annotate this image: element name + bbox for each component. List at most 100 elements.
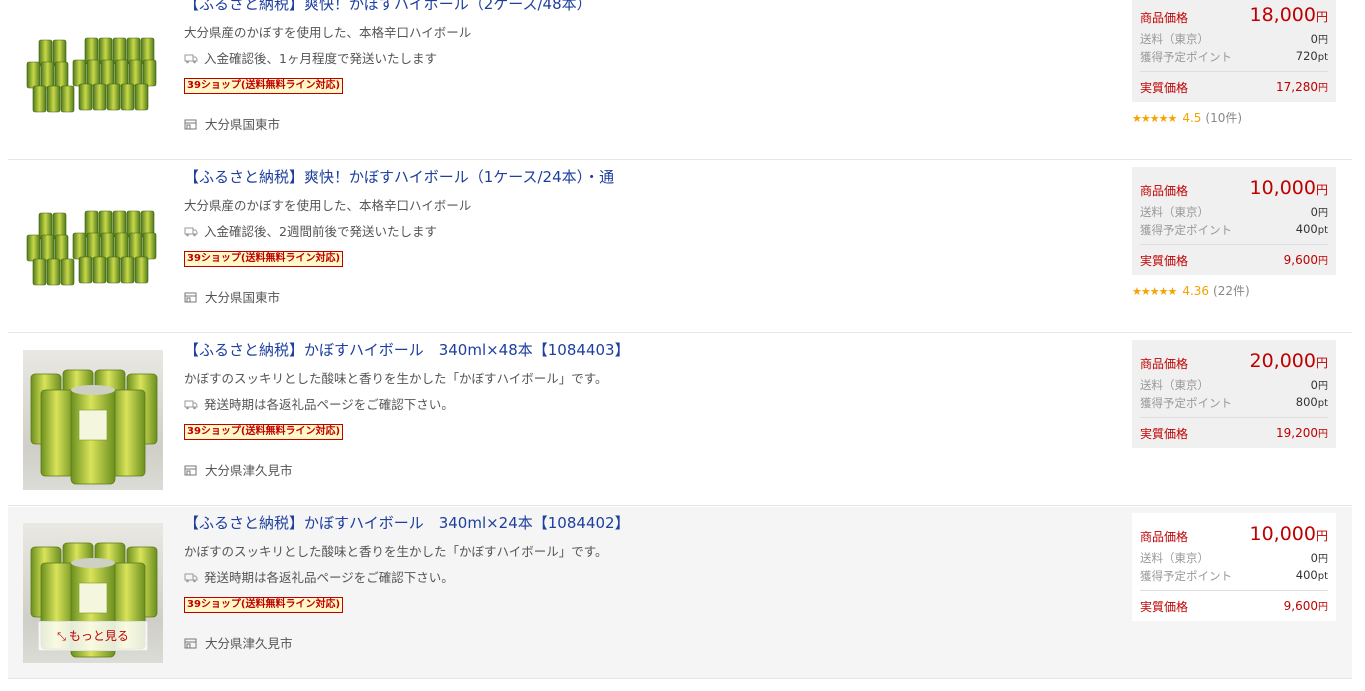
points-label: 獲得予定ポイント [1140, 569, 1232, 583]
product-image[interactable] [23, 4, 163, 144]
product-title-link[interactable]: 【ふるさと納税】爽快！かぼすハイボール（1ケース/24本）・通 [184, 165, 614, 189]
price-number: 10,000 [1249, 523, 1316, 545]
real-price-value: 9,600円 [1284, 252, 1328, 267]
product-image[interactable]: ⤡ もっと見る [23, 523, 163, 663]
product-description: 大分県産のかぼすを使用した、本格辛口ハイボール [184, 198, 472, 213]
shipping-fee-value: 0円 [1311, 550, 1328, 565]
shop-location[interactable]: 大分県津久見市 [184, 460, 293, 479]
points-number: 800 [1295, 395, 1318, 409]
cans-pyramid-image [26, 37, 157, 113]
shipping-fee-value: 0円 [1311, 377, 1328, 392]
shipping-fee-number: 0 [1310, 32, 1318, 46]
price-box: 商品価格 10,000円 送料（東京） 0円 獲得予定ポイント 400pt 実質… [1132, 167, 1336, 275]
product-title-link[interactable]: 【ふるさと納税】かぼすハイボール 340ml×24本【1084402】 [184, 511, 630, 535]
shipping-info: 発送時期は各返礼品ページをご確認下さい。 [184, 567, 454, 586]
shop-location[interactable]: 大分県国東市 [184, 114, 280, 133]
price-value: 10,000円 [1250, 523, 1329, 545]
yen-unit: 円 [1318, 429, 1328, 440]
yen-unit: 円 [1318, 381, 1328, 392]
yen-unit: 円 [1318, 83, 1328, 94]
points-label: 獲得予定ポイント [1140, 396, 1232, 410]
free-shipping-badge: 39ショップ(送料無料ライン対応) [184, 251, 344, 267]
product-description: かぼすのスッキリとした酸味と香りを生かした「かぼすハイボール」です。 [184, 544, 608, 559]
review-rating[interactable]: ★★★★★ 4.36 (22件) [1132, 282, 1250, 299]
yen-unit: 円 [1318, 602, 1328, 613]
product-description: かぼすのスッキリとした酸味と香りを生かした「かぼすハイボール」です。 [184, 371, 608, 386]
price-number: 10,000 [1249, 177, 1316, 199]
shipping-fee-label: 送料（東京） [1140, 32, 1209, 46]
yen-unit: 円 [1318, 256, 1328, 267]
shipping-fee-number: 0 [1310, 205, 1318, 219]
free-shipping-badge: 39ショップ(送料無料ライン対応) [184, 424, 344, 440]
product-list: 【ふるさと納税】爽快！かぼすハイボール（2ケース/48本） 大分県産のかぼすを使… [0, 0, 1365, 691]
price-value: 20,000円 [1250, 350, 1329, 372]
points-number: 720 [1295, 49, 1318, 63]
points-value: 720pt [1296, 49, 1328, 63]
pt-unit: pt [1317, 398, 1328, 409]
real-price-number: 19,200 [1276, 426, 1318, 440]
pt-unit: pt [1317, 225, 1328, 236]
yen-unit: 円 [1315, 183, 1328, 197]
shipping-fee-label: 送料（東京） [1140, 551, 1209, 565]
product-image[interactable] [23, 177, 163, 317]
price-box: 商品価格 20,000円 送料（東京） 0円 獲得予定ポイント 800pt 実質… [1132, 340, 1336, 448]
shop-location[interactable]: 大分県津久見市 [184, 633, 293, 652]
price-box: 商品価格 18,000円 送料（東京） 0円 獲得予定ポイント 720pt 実質… [1132, 0, 1336, 102]
yen-unit: 円 [1315, 529, 1328, 543]
real-price-label: 実質価格 [1140, 81, 1189, 95]
points-number: 400 [1295, 568, 1318, 582]
shipping-fee-label: 送料（東京） [1140, 205, 1209, 219]
price-box: 商品価格 10,000円 送料（東京） 0円 獲得予定ポイント 400pt 実質… [1132, 513, 1336, 621]
price-number: 18,000 [1249, 4, 1316, 26]
cans-pyramid-image [26, 210, 157, 286]
real-price-number: 17,280 [1276, 80, 1318, 94]
show-more-button[interactable]: ⤡ もっと見る [38, 621, 148, 651]
shop-icon [184, 119, 197, 130]
review-rating[interactable]: ★★★★★ 4.5 (10件) [1132, 109, 1242, 126]
product-description: 大分県産のかぼすを使用した、本格辛口ハイボール [184, 25, 472, 40]
divider [1140, 590, 1328, 591]
price-number: 20,000 [1249, 350, 1316, 372]
points-number: 400 [1295, 222, 1318, 236]
real-price-number: 9,600 [1283, 253, 1318, 267]
product-row[interactable]: ⤡ もっと見る 【ふるさと納税】かぼすハイボール 340ml×24本【108440… [8, 507, 1352, 679]
location-text: 大分県国東市 [205, 290, 281, 305]
shipping-text: 入金確認後、2週間前後で発送いたします [204, 224, 437, 239]
product-image[interactable] [23, 350, 163, 490]
truck-icon [184, 54, 198, 64]
yen-unit: 円 [1315, 356, 1328, 370]
rating-score: 4.5 [1182, 111, 1202, 125]
product-title-link[interactable]: 【ふるさと納税】かぼすハイボール 340ml×48本【1084403】 [184, 338, 630, 362]
cans-photo-image [30, 369, 158, 485]
shipping-info: 入金確認後、1ヶ月程度で発送いたします [184, 48, 437, 67]
price-label: 商品価格 [1140, 357, 1189, 371]
shipping-text: 入金確認後、1ヶ月程度で発送いたします [204, 51, 437, 66]
star-icons: ★★★★★ [1132, 285, 1177, 298]
yen-unit: 円 [1315, 10, 1328, 24]
shipping-text: 発送時期は各返礼品ページをご確認下さい。 [204, 570, 454, 585]
points-label: 獲得予定ポイント [1140, 50, 1232, 64]
expand-icon: ⤡ [57, 630, 66, 643]
yen-unit: 円 [1318, 208, 1328, 219]
location-text: 大分県津久見市 [205, 636, 293, 651]
truck-icon [184, 227, 198, 237]
shop-icon [184, 638, 197, 649]
product-row[interactable]: 【ふるさと納税】かぼすハイボール 340ml×48本【1084403】 かぼすの… [8, 334, 1352, 506]
shipping-fee-value: 0円 [1311, 31, 1328, 46]
shipping-fee-label: 送料（東京） [1140, 378, 1209, 392]
location-text: 大分県国東市 [205, 117, 281, 132]
real-price-label: 実質価格 [1140, 427, 1189, 441]
pt-unit: pt [1317, 52, 1328, 63]
shop-location[interactable]: 大分県国東市 [184, 287, 280, 306]
product-title-link[interactable]: 【ふるさと納税】爽快！かぼすハイボール（2ケース/48本） [184, 0, 592, 16]
real-price-value: 9,600円 [1284, 598, 1328, 613]
shipping-info: 発送時期は各返礼品ページをご確認下さい。 [184, 394, 454, 413]
product-row[interactable]: 【ふるさと納税】爽快！かぼすハイボール（1ケース/24本）・通 大分県産のかぼす… [8, 161, 1352, 333]
points-value: 400pt [1296, 222, 1328, 236]
divider [1140, 244, 1328, 245]
real-price-value: 19,200円 [1276, 425, 1328, 440]
product-row[interactable]: 【ふるさと納税】爽快！かぼすハイボール（2ケース/48本） 大分県産のかぼすを使… [8, 0, 1352, 160]
real-price-number: 9,600 [1283, 599, 1318, 613]
divider [1140, 71, 1328, 72]
yen-unit: 円 [1318, 35, 1328, 46]
